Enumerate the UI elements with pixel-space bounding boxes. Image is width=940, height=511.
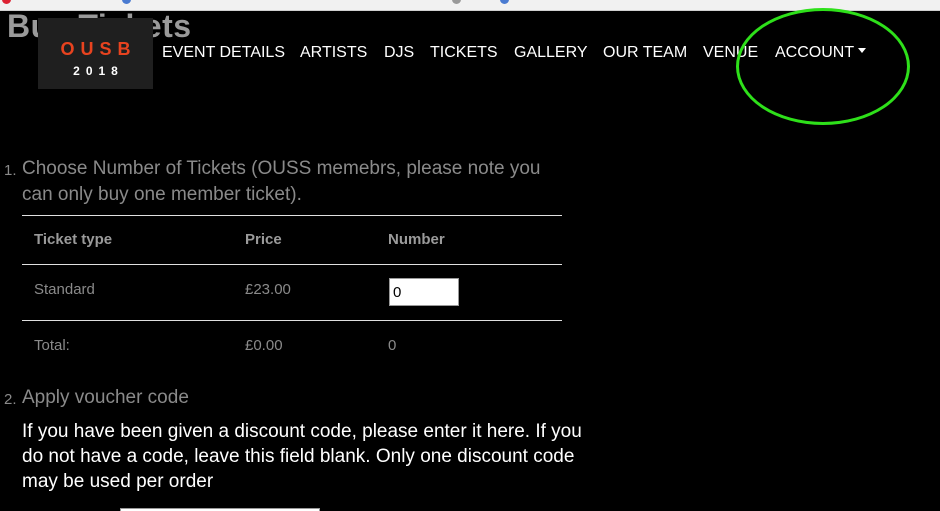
page: Buy Tickets OUSB 2018 EVENT DETAILS ARTI…: [0, 0, 940, 511]
voucher-description: If you have been given a discount code, …: [22, 421, 582, 492]
nav-djs[interactable]: DJS: [384, 44, 414, 62]
step-1-title: Choose Number of Tickets (OUSS memebrs, …: [22, 158, 541, 205]
nav-venue[interactable]: VENUE: [703, 44, 758, 62]
bookmark-page-icon[interactable]: [452, 0, 461, 4]
total-number: 0: [388, 337, 397, 354]
column-header-price: Price: [245, 231, 282, 248]
column-header-ticket-type: Ticket type: [34, 231, 113, 248]
nav-account-label: ACCOUNT: [775, 44, 855, 61]
step-2-number: 2.: [4, 391, 17, 408]
caret-down-icon: [858, 48, 867, 54]
nav-account-dropdown[interactable]: ACCOUNT: [775, 44, 867, 62]
step-2-title: Apply voucher code: [22, 387, 189, 408]
nav-our-team[interactable]: OUR TEAM: [603, 44, 687, 62]
step-1-number: 1.: [4, 162, 17, 179]
site-logo[interactable]: OUSB 2018: [38, 18, 153, 89]
bookmark-favicon-icon[interactable]: [2, 0, 11, 4]
total-label: Total:: [34, 337, 70, 354]
ticket-quantity-input[interactable]: [389, 278, 459, 306]
total-price: £0.00: [245, 337, 283, 354]
nav-artists[interactable]: ARTISTS: [300, 44, 367, 62]
table-header-rule: [22, 264, 562, 265]
bookmark-globe-icon[interactable]: [122, 0, 131, 4]
logo-year: 2018: [73, 64, 124, 78]
table-top-rule: [22, 215, 562, 216]
column-header-number: Number: [388, 231, 445, 248]
bookmark-link-icon[interactable]: [500, 0, 509, 4]
logo-text: OUSB: [60, 39, 137, 59]
nav-tickets[interactable]: TICKETS: [430, 44, 498, 62]
annotation-highlight-circle: [736, 8, 910, 125]
table-row-rule: [22, 320, 562, 321]
nav-event-details[interactable]: EVENT DETAILS: [162, 44, 285, 62]
nav-gallery[interactable]: GALLERY: [514, 44, 588, 62]
row-price: £23.00: [245, 281, 291, 298]
row-ticket-type: Standard: [34, 281, 95, 298]
